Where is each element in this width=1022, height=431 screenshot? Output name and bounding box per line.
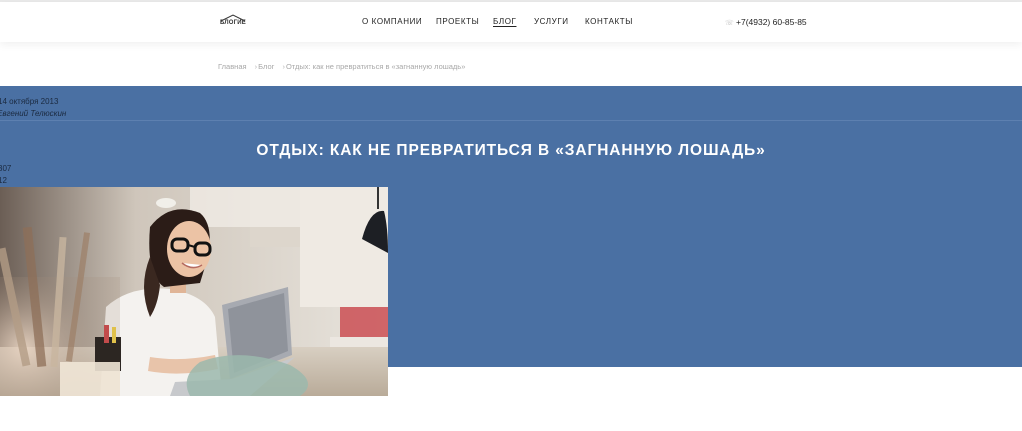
article-stat-comments: 12 bbox=[0, 176, 7, 185]
site-logo[interactable]: БЛОГИЕ bbox=[220, 14, 246, 28]
article-date: 14 октября 2013 bbox=[0, 97, 59, 106]
article-photo bbox=[0, 187, 388, 396]
article-stat-views: 307 bbox=[0, 164, 12, 173]
hero-divider bbox=[0, 120, 1022, 121]
nav-item-projects[interactable]: ПРОЕКТЫ bbox=[436, 17, 479, 26]
header-phone[interactable]: ☏ +7(4932) 60-85-85 bbox=[725, 17, 807, 27]
breadcrumb-current: Отдых: как не превратиться в «загнанную … bbox=[285, 62, 466, 71]
breadcrumb-blog[interactable]: Блог bbox=[258, 62, 274, 71]
article-author: Евгений Телюскин bbox=[0, 109, 67, 118]
breadcrumb: Главная ›Блог ›Отдых: как не превратитьс… bbox=[218, 62, 465, 71]
nav-item-contacts[interactable]: КОНТАКТЫ bbox=[585, 17, 633, 26]
breadcrumb-separator: › bbox=[282, 62, 285, 71]
logo-text: БЛОГИЕ bbox=[220, 20, 246, 26]
site-header: БЛОГИЕ О КОМПАНИИ ПРОЕКТЫ БЛОГ УСЛУГИ КО… bbox=[0, 2, 1022, 42]
article-title: ОТДЫХ: КАК НЕ ПРЕВРАТИТЬСЯ В «ЗАГНАННУЮ … bbox=[256, 142, 766, 159]
phone-icon: ☏ bbox=[725, 20, 734, 27]
nav-item-blog[interactable]: БЛОГ bbox=[493, 17, 516, 26]
breadcrumb-home[interactable]: Главная bbox=[218, 62, 247, 71]
phone-number: +7(4932) 60-85-85 bbox=[736, 17, 807, 27]
breadcrumb-separator: › bbox=[254, 62, 258, 71]
nav-item-services[interactable]: УСЛУГИ bbox=[534, 17, 569, 26]
nav-item-company[interactable]: О КОМПАНИИ bbox=[362, 17, 422, 26]
